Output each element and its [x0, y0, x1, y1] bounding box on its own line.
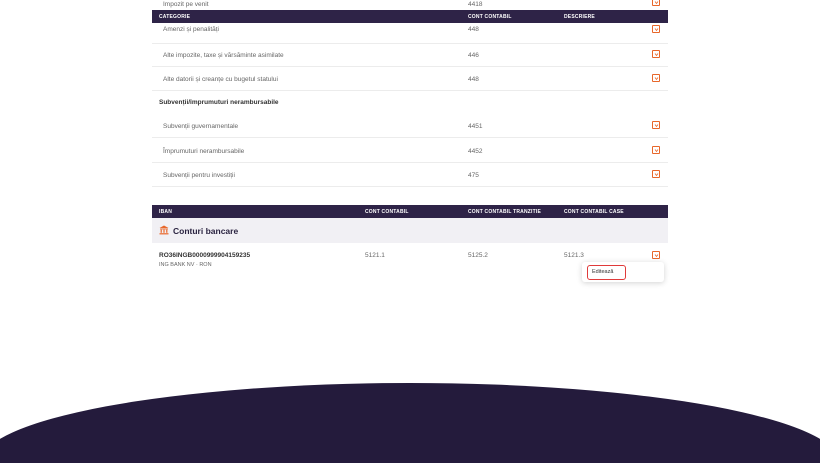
row-dropdown-button[interactable]	[652, 0, 660, 6]
header-account: CONT CONTABIL	[365, 209, 409, 215]
bank-table-header: IBAN CONT CONTABIL CONT CONTABIL TRANZIT…	[152, 205, 668, 218]
account-value: 5121.1	[365, 252, 385, 259]
header-cash-account: CONT CONTABIL CASE	[564, 209, 624, 215]
account-cell: 4452	[468, 148, 483, 155]
bank-icon	[159, 225, 169, 235]
chevron-down-icon	[654, 148, 658, 152]
transit-account-value: 5125.2	[468, 252, 488, 259]
edit-menu-item[interactable]: Editează	[587, 265, 626, 280]
account-cell: 446	[468, 52, 479, 59]
chevron-down-icon	[654, 253, 658, 257]
row-dropdown-button[interactable]	[652, 121, 660, 129]
category-cell: Subvenții pentru investiții	[163, 172, 235, 179]
subsection-title: Subvenții/împrumuturi nerambursabile	[159, 99, 279, 106]
row-dropdown-button[interactable]	[652, 170, 660, 178]
category-cell: Alte impozite, taxe și vărsăminte asimil…	[163, 52, 284, 59]
table-row: Alte datorii și creanțe cu bugetul statu…	[152, 67, 668, 91]
chevron-down-icon	[654, 0, 658, 4]
table-row: Subvenții pentru investiții 475	[152, 163, 668, 187]
row-dropdown-button[interactable]	[652, 25, 660, 33]
bank-name: ING BANK NV · RON	[159, 262, 212, 268]
table-row: Subvenții guvernamentale 4451	[152, 114, 668, 138]
row-dropdown-button[interactable]	[652, 50, 660, 58]
table-row: Alte impozite, taxe și vărsăminte asimil…	[152, 43, 668, 67]
category-cell: Subvenții guvernamentale	[163, 123, 239, 130]
bank-section-title: Conturi bancare	[173, 226, 239, 236]
header-iban: IBAN	[159, 209, 173, 215]
cash-account-value: 5121.3	[564, 252, 584, 259]
table-row: Amenzi și penalități 448	[152, 20, 668, 44]
category-cell: Împrumuturi nerambursabile	[163, 148, 245, 155]
table-row: Impozit pe venit 4418	[152, 0, 668, 10]
chevron-down-icon	[654, 27, 658, 31]
category-cell: Amenzi și penalități	[163, 26, 219, 33]
category-cell: Alte datorii și creanțe cu bugetul statu…	[163, 76, 278, 83]
iban-value: RO36INGB0000999904159235	[159, 252, 251, 259]
footer-decoration	[0, 383, 820, 463]
account-cell: 4451	[468, 123, 483, 130]
row-dropdown-button[interactable]	[652, 146, 660, 154]
account-cell: 4418	[468, 1, 483, 8]
account-cell: 448	[468, 26, 479, 33]
account-cell: 448	[468, 76, 479, 83]
header-transit-account: CONT CONTABIL TRANZITIE	[468, 209, 542, 215]
chevron-down-icon	[654, 123, 658, 127]
bank-row-dropdown-button[interactable]	[652, 251, 660, 259]
category-cell: Impozit pe venit	[163, 1, 209, 8]
chevron-down-icon	[654, 52, 658, 56]
account-cell: 475	[468, 172, 479, 179]
chevron-down-icon	[654, 76, 658, 80]
row-dropdown-button[interactable]	[652, 74, 660, 82]
table-row: Împrumuturi nerambursabile 4452	[152, 139, 668, 163]
chevron-down-icon	[654, 172, 658, 176]
